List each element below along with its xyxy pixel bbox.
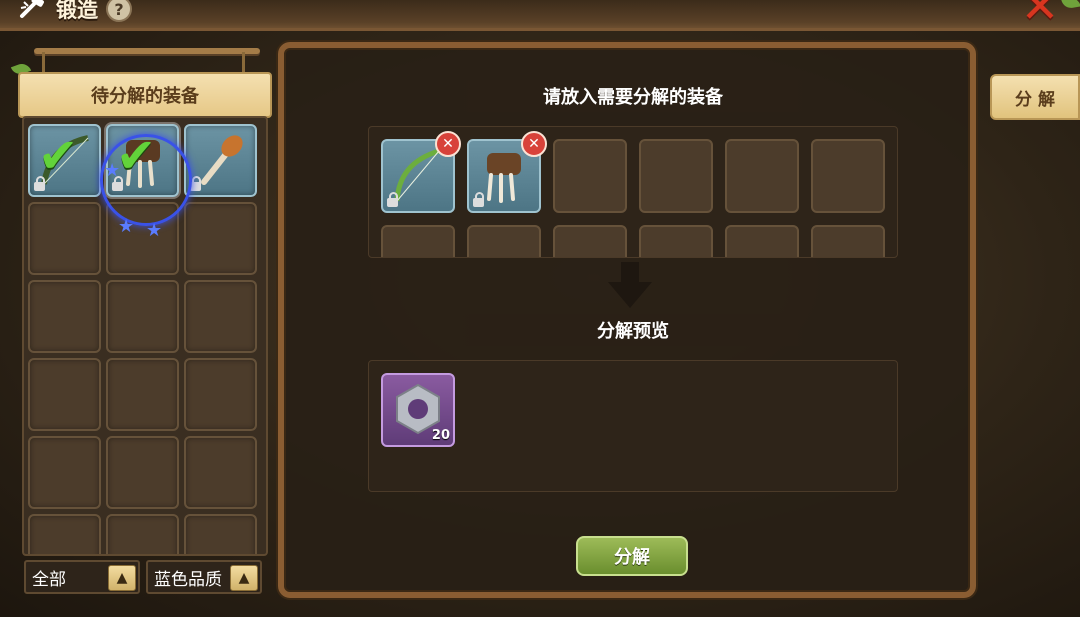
lock-icon <box>34 176 45 191</box>
selected-slot-bow[interactable]: ✕ <box>381 131 461 213</box>
tab-decompose[interactable]: 分 解 <box>990 74 1080 120</box>
empty-slot[interactable] <box>725 225 799 257</box>
empty-slot[interactable] <box>28 436 101 509</box>
chevron-up-icon[interactable]: ▲ <box>108 565 136 591</box>
empty-slot[interactable] <box>381 225 455 257</box>
empty-slot[interactable] <box>184 280 257 353</box>
empty-slot[interactable] <box>106 280 179 353</box>
filter-quality-label: 蓝色品质 <box>154 569 222 590</box>
decompose-panel: 请放入需要分解的装备 ✕ ✕ 分解预览 20 分解 <box>278 42 976 598</box>
empty-slot[interactable] <box>184 436 257 509</box>
arrow-down-icon <box>608 262 652 308</box>
empty-slot[interactable] <box>184 202 257 275</box>
question-mark-icon[interactable]: ? <box>106 0 132 22</box>
selected-slot-claw[interactable]: ✕ <box>467 131 547 213</box>
filter-quality-dropdown[interactable]: 蓝色品质 ▲ <box>146 560 262 594</box>
selected-equipment-header: 请放入需要分解的装备 <box>456 80 810 112</box>
remove-icon[interactable]: ✕ <box>435 131 461 157</box>
equipment-slot-club[interactable] <box>184 124 257 197</box>
empty-slot[interactable] <box>811 139 885 213</box>
empty-slot[interactable] <box>106 436 179 509</box>
empty-slot[interactable] <box>28 358 101 431</box>
lock-icon <box>473 192 484 207</box>
selected-equipment-box: ✕ ✕ <box>368 126 898 258</box>
star-icon: ★ <box>104 160 121 181</box>
empty-slot[interactable] <box>184 358 257 431</box>
empty-slot[interactable] <box>106 358 179 431</box>
empty-slot[interactable] <box>553 139 627 213</box>
star-icon: ★ <box>146 220 163 241</box>
chevron-up-icon[interactable]: ▲ <box>230 565 258 591</box>
empty-slot[interactable] <box>184 514 257 554</box>
decompose-button[interactable]: 分解 <box>576 536 688 576</box>
filter-type-dropdown[interactable]: 全部 ▲ <box>24 560 140 594</box>
empty-slot[interactable] <box>106 514 179 554</box>
close-icon[interactable]: ✕ <box>1020 0 1060 29</box>
selected-equipment-slots: ✕ ✕ <box>381 131 885 257</box>
filter-type-label: 全部 <box>32 569 66 590</box>
empty-slot[interactable] <box>811 225 885 257</box>
remove-icon[interactable]: ✕ <box>521 131 547 157</box>
hanging-bar <box>34 48 260 54</box>
page-title: 锻造 <box>56 0 98 22</box>
pending-equipment-banner: 待分解的装备 <box>18 72 272 118</box>
empty-slot[interactable] <box>639 139 713 213</box>
empty-slot[interactable] <box>725 139 799 213</box>
empty-slot[interactable] <box>28 280 101 353</box>
empty-slot[interactable] <box>28 202 101 275</box>
decompose-preview-header: 分解预览 <box>456 314 810 346</box>
decompose-preview-box: 20 <box>368 360 898 492</box>
checkmark-icon: ✔ <box>38 128 79 184</box>
forge-hammer-icon <box>20 0 44 18</box>
empty-slot[interactable] <box>28 514 101 554</box>
empty-slot[interactable] <box>553 225 627 257</box>
equipment-list-panel: 待分解的装备 ✔ ✔ 全部 ▲ 蓝色品质 ▲ <box>14 48 272 600</box>
title-bar <box>0 0 1080 31</box>
equipment-slot-bow[interactable]: ✔ <box>28 124 101 197</box>
empty-slot[interactable] <box>639 225 713 257</box>
lock-icon <box>387 192 398 207</box>
star-icon: ★ <box>118 216 135 237</box>
material-slot[interactable]: 20 <box>381 373 455 447</box>
title-area: 锻造 ? <box>18 0 132 24</box>
material-count: 20 <box>431 428 450 443</box>
empty-slot[interactable] <box>467 225 541 257</box>
